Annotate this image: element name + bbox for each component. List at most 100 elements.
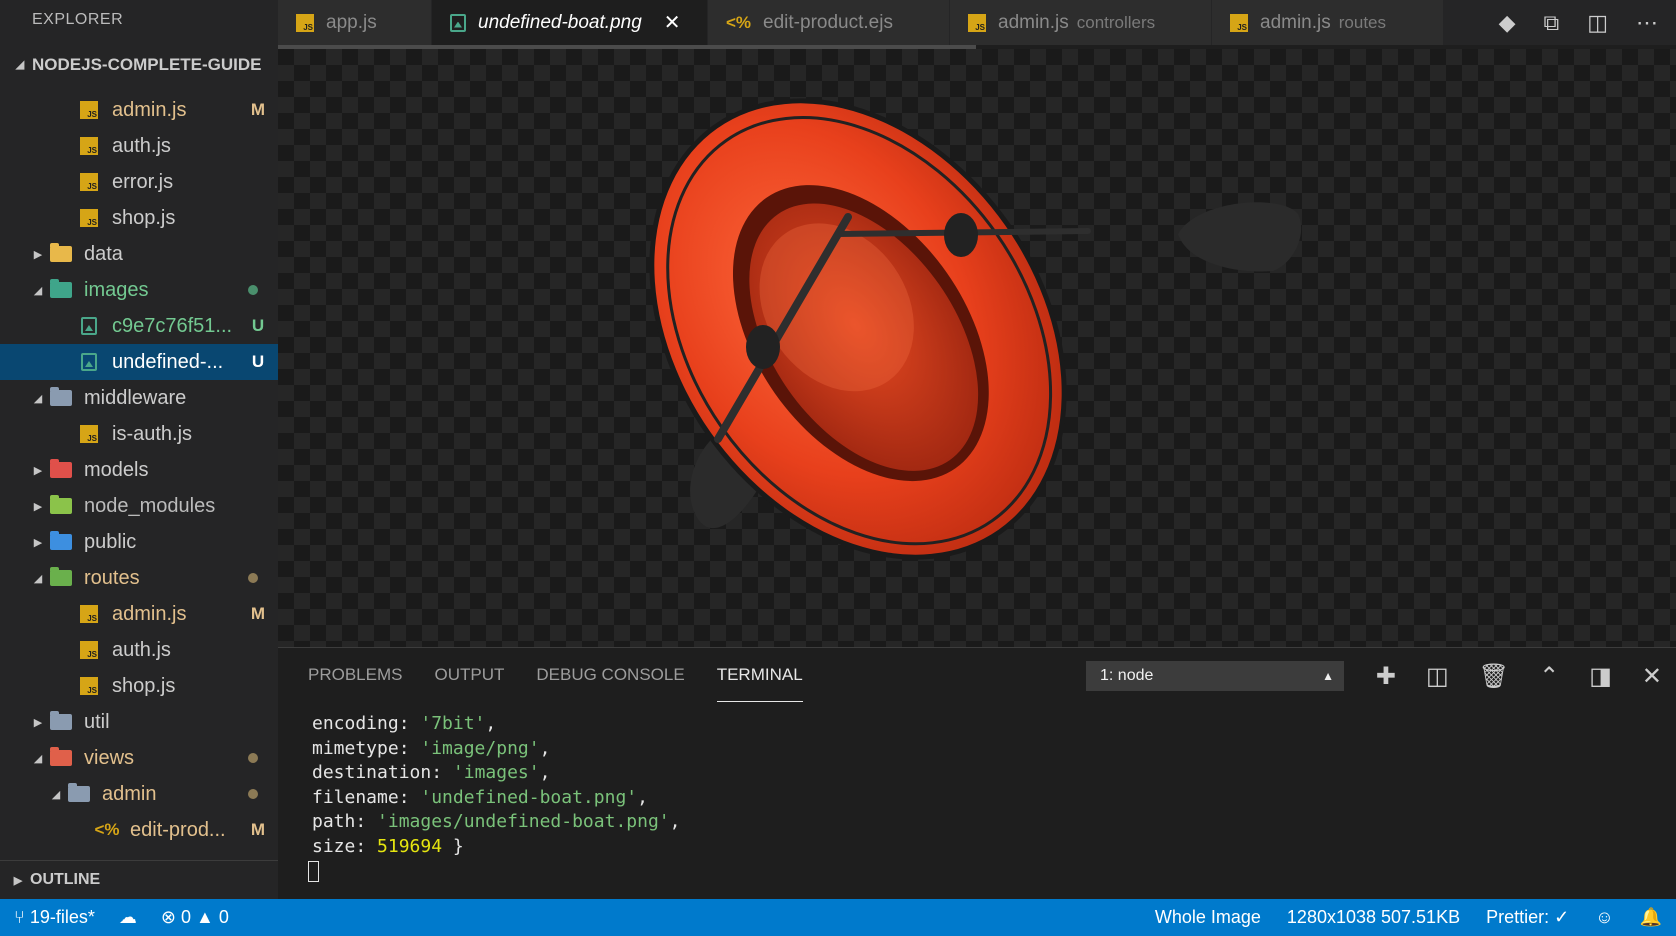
tree-item-routes-shop-js[interactable]: JS shop.js <box>0 668 278 704</box>
folder-open-icon <box>50 387 72 408</box>
explorer-title: EXPLORER <box>32 11 124 28</box>
split-editor-icon[interactable]: ◫ <box>1587 10 1608 36</box>
oarlock-right <box>944 213 978 257</box>
chevron-up-icon[interactable]: ⌃ <box>1539 662 1559 691</box>
tree-folder-models[interactable]: ▶ models <box>0 452 278 488</box>
zoom-mode[interactable]: Whole Image <box>1155 907 1261 928</box>
tree-folder-node-modules[interactable]: ▶ node_modules <box>0 488 278 524</box>
chevron-down-icon: ◢ <box>51 788 61 801</box>
status-right: Whole Image 1280x1038 507.51KB Prettier:… <box>1155 907 1662 928</box>
tab-label: app.js <box>326 11 377 33</box>
file-tree: JS admin.js M JS auth.js JS error.js JS … <box>0 92 278 860</box>
folder-icon <box>50 243 72 264</box>
tree-item-image-file[interactable]: c9e7c76f51... U <box>0 308 278 344</box>
tree-item-label: shop.js <box>112 674 176 697</box>
more-actions-icon[interactable]: ⋯ <box>1636 10 1658 36</box>
tab-problems[interactable]: PROBLEMS <box>308 648 402 702</box>
tree-item-error-js[interactable]: JS error.js <box>0 164 278 200</box>
tree-item-routes-auth-js[interactable]: JS auth.js <box>0 632 278 668</box>
git-branch-icon: ⑂ <box>14 907 25 927</box>
terminal-select-value: 1: node <box>1100 667 1154 684</box>
tab-label: undefined-boat.png <box>478 11 642 33</box>
tree-item-label: admin <box>102 782 157 805</box>
open-preview-icon[interactable]: ⧉ <box>1543 10 1559 36</box>
tab-edit-product-ejs[interactable]: <% edit-product.ejs <box>708 0 950 45</box>
split-terminal-icon[interactable]: ◫ <box>1426 662 1449 691</box>
terminal-line: destination: 'images', <box>312 762 551 783</box>
git-status-dot <box>248 573 258 583</box>
toggle-panel-position-icon[interactable]: ◨ <box>1589 662 1612 691</box>
javascript-file-icon: JS <box>968 13 986 32</box>
terminal-select[interactable]: 1: node ▲ <box>1086 661 1344 691</box>
tree-folder-views-admin[interactable]: ◢ admin <box>0 776 278 812</box>
tree-item-label: admin.js <box>112 602 187 625</box>
tree-folder-data[interactable]: ▶ data <box>0 236 278 272</box>
tree-item-label: models <box>84 458 149 481</box>
prettier-status[interactable]: Prettier: ✓ <box>1486 907 1569 928</box>
terminal-prompt-line <box>308 859 680 884</box>
git-branch-item[interactable]: ⑂ 19-files* <box>14 907 95 928</box>
boat-hull <box>649 98 1067 560</box>
editor-tab-bar: JS app.js undefined-boat.png ✕ <% edit-p… <box>278 0 1676 45</box>
workspace-section-header[interactable]: ◢ NODEJS-COMPLETE-GUIDE <box>0 42 278 88</box>
chevron-right-icon: ▶ <box>33 500 43 513</box>
close-icon[interactable]: ✕ <box>664 10 681 35</box>
tree-folder-middleware[interactable]: ◢ middleware <box>0 380 278 416</box>
git-status-badge: M <box>250 604 266 623</box>
tree-folder-routes[interactable]: ◢ routes <box>0 560 278 596</box>
folder-icon <box>50 711 72 732</box>
tab-debug-console[interactable]: DEBUG CONSOLE <box>536 648 684 702</box>
tree-item-is-auth-js[interactable]: JS is-auth.js <box>0 416 278 452</box>
ejs-file-icon: <% <box>726 12 752 32</box>
tab-admin-js-controllers[interactable]: JS admin.js controllers <box>950 0 1212 45</box>
tree-item-shop-js[interactable]: JS shop.js <box>0 200 278 236</box>
git-compare-icon[interactable]: ◆ <box>1499 10 1516 36</box>
tab-description: routes <box>1338 12 1386 32</box>
add-terminal-icon[interactable]: ✚ <box>1376 662 1396 691</box>
sync-icon[interactable]: ☁ <box>119 907 137 928</box>
tab-label: admin.js <box>998 11 1069 33</box>
trash-icon[interactable]: 🗑 <box>1479 662 1509 691</box>
javascript-file-icon: JS <box>78 172 100 192</box>
workspace-name: NODEJS-COMPLETE-GUIDE <box>32 55 262 74</box>
terminal-line: path: 'images/undefined-boat.png', <box>312 811 681 832</box>
git-status-badge: U <box>251 352 265 371</box>
tab-app-js[interactable]: JS app.js <box>278 0 432 45</box>
javascript-file-icon: JS <box>78 208 100 228</box>
git-status-dot <box>248 285 258 295</box>
views-folder-icon <box>50 747 72 768</box>
tree-folder-util[interactable]: ▶ util <box>0 704 278 740</box>
chevron-right-icon: ▶ <box>33 464 43 477</box>
tree-item-label: c9e7c76f51... <box>112 314 233 337</box>
tree-item-routes-admin-js[interactable]: JS admin.js M <box>0 596 278 632</box>
status-left: ⑂ 19-files* ☁ ⊗ 0 ▲ 0 <box>14 907 229 928</box>
tree-item-edit-product-ejs[interactable]: <% edit-prod... M <box>0 812 278 848</box>
panel-actions: ✚ ◫ 🗑 ⌃ ◨ ✕ <box>1376 658 1662 694</box>
chevron-down-icon: ◢ <box>33 392 43 405</box>
tab-undefined-boat-png[interactable]: undefined-boat.png ✕ <box>432 0 708 45</box>
image-file-icon <box>78 316 100 336</box>
javascript-file-icon: JS <box>78 640 100 660</box>
tree-folder-images[interactable]: ◢ images <box>0 272 278 308</box>
tree-item-label: auth.js <box>112 134 171 157</box>
outline-label: OUTLINE <box>30 871 101 888</box>
problems-item[interactable]: ⊗ 0 ▲ 0 <box>161 907 229 928</box>
chevron-down-icon: ◢ <box>33 284 43 297</box>
tab-terminal[interactable]: TERMINAL <box>716 648 803 702</box>
models-folder-icon <box>50 459 72 480</box>
close-panel-icon[interactable]: ✕ <box>1642 662 1662 691</box>
tree-folder-public[interactable]: ▶ public <box>0 524 278 560</box>
tree-item-undefined-boat[interactable]: undefined-... U <box>0 344 278 380</box>
outline-section-header[interactable]: ▶ OUTLINE <box>0 860 278 899</box>
tree-item-label: is-auth.js <box>112 422 193 445</box>
tab-output[interactable]: OUTPUT <box>434 648 504 702</box>
tree-item-admin-js[interactable]: JS admin.js M <box>0 92 278 128</box>
notifications-bell-icon[interactable]: 🔔 <box>1640 907 1662 928</box>
image-preview[interactable] <box>278 49 1676 647</box>
terminal-line: encoding: '7bit', <box>312 713 497 734</box>
feedback-smiley-icon[interactable]: ☺ <box>1595 907 1613 928</box>
tree-item-auth-js[interactable]: JS auth.js <box>0 128 278 164</box>
tab-admin-js-routes[interactable]: JS admin.js routes <box>1212 0 1444 45</box>
terminal-output[interactable]: encoding: '7bit', mimetype: 'image/png', d… <box>308 712 681 884</box>
tree-folder-views[interactable]: ◢ views <box>0 740 278 776</box>
